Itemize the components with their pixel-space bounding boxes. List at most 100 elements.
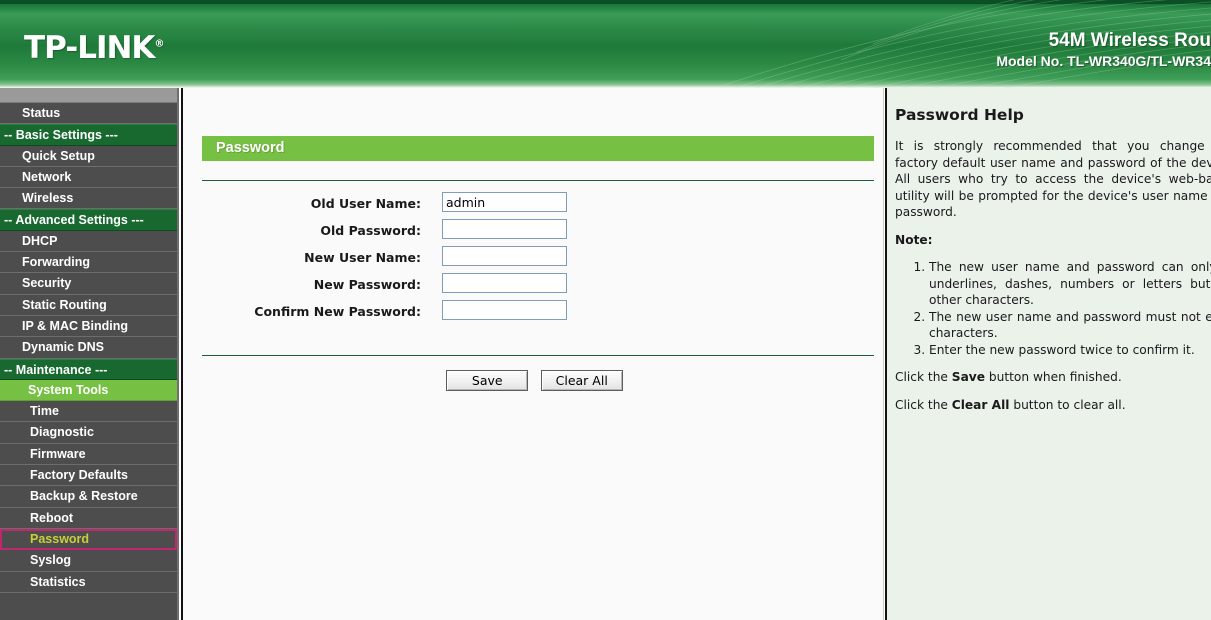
sidebar-item-dynamic-dns[interactable]: Dynamic DNS [0,337,177,359]
product-model: Model No. TL-WR340G/TL-WR34 [996,53,1211,69]
sidebar-item-label: Reboot [30,510,74,525]
sidebar-item-label: Wireless [22,191,74,206]
sidebar-item-syslog[interactable]: Syslog [0,550,177,572]
sidebar-item-dhcp[interactable]: DHCP [0,230,177,253]
sidebar-item-reboot[interactable]: Reboot [0,507,177,529]
old-user-name-input[interactable] [442,192,567,212]
main-content-panel: Password Old User Name: Old Password: New … [181,88,884,620]
logo-text: TP-LINK [24,30,155,66]
form-row: New Password: [183,273,883,297]
note-word: Note [895,232,928,247]
sidebar-item-label: IP & MAC Binding [22,318,129,333]
sidebar-item-label: Static Routing [22,297,107,312]
sidebar-item-network[interactable]: Network [0,166,177,189]
sidebar-item-wireless[interactable]: Wireless [0,188,177,210]
sidebar-item-label: Firmware [30,446,86,461]
sidebar-item-label: Backup & Restore [30,489,138,504]
sidebar-item-label: Factory Defaults [30,468,128,483]
field-label: Old Password: [320,223,421,238]
sidebar-item-label: -- Basic Settings --- [4,128,118,143]
clear-sentence-bold: Clear All [951,397,1010,412]
form-bottom-divider [202,355,874,356]
help-clear-sentence: Click the Clear All button to clear all. [895,397,1211,414]
sidebar-item-label: Status [22,106,61,120]
form-row: New User Name: [183,246,883,270]
sidebar-item-label: Diagnostic [30,425,94,440]
sidebar-item-basic-settings: -- Basic Settings --- [0,124,177,146]
form-row: Confirm New Password: [183,300,883,324]
sidebar-item-backup-restore[interactable]: Backup & Restore [0,486,177,508]
sidebar-item-label: Password [30,531,90,546]
help-save-sentence: Click the Save button when finished. [895,369,1211,386]
sidebar-item-label: Forwarding [22,255,91,270]
form-row: Old User Name: [183,192,883,216]
registered-mark-icon: ® [154,38,164,50]
help-panel: Password Help It is strongly recommended… [885,88,1211,620]
sidebar-navigation: Status -- Basic Settings --- Quick Setup Ne… [0,88,179,620]
banner-top-rule [0,0,1211,4]
sidebar-item-maintenance: -- Maintenance --- [0,358,177,380]
sidebar-item-label: Network [22,169,72,184]
page-title: Password [216,140,285,156]
field-label: New User Name: [304,250,421,265]
sidebar-item-statistics[interactable]: Statistics [0,571,177,593]
sidebar-item-status[interactable]: Status [0,103,177,125]
clear-sentence-pre: Click the [895,397,952,412]
sidebar-item-label: Time [30,404,59,419]
sidebar-item-diagnostic[interactable]: Diagnostic [0,422,177,444]
old-password-input[interactable] [442,219,567,239]
help-title: Password Help [895,106,1024,124]
sidebar-item-advanced-settings: -- Advanced Settings --- [0,209,177,231]
sidebar-item-label: Security [22,276,72,291]
sidebar-item-factory-defaults[interactable]: Factory Defaults [0,465,177,487]
new-user-name-input[interactable] [442,246,567,266]
sidebar-item-system-tools[interactable]: System Tools [0,379,177,402]
header-banner: TP-LINK® 54M Wireless Rou Model No. TL-W… [0,0,1211,88]
sidebar-item-label: Syslog [30,553,71,568]
help-note-item: The new user name and password must not … [929,309,1211,342]
sidebar-item-ip-mac-binding[interactable]: IP & MAC Binding [0,315,177,338]
sidebar-item-label: DHCP [22,233,58,248]
sidebar-item-security[interactable]: Security [0,273,177,295]
help-note-list: The new user name and password can only … [895,259,1211,358]
sidebar-item-label: Dynamic DNS [22,340,104,355]
sidebar-item-forwarding[interactable]: Forwarding [0,252,177,274]
save-sentence-bold: Save [951,370,986,384]
save-sentence-pre: Click the [895,370,952,384]
field-label: Confirm New Password: [254,304,421,319]
sidebar-item-quick-setup[interactable]: Quick Setup [0,145,177,167]
save-sentence-post: button when finished. [985,370,1122,384]
field-label: New Password: [313,277,421,292]
form-top-divider [202,180,874,181]
help-note-item: Enter the new password twice to confirm … [929,342,1211,359]
field-label: Old User Name: [310,196,421,211]
password-form: Old User Name: Old Password: New User Name… [183,192,883,327]
save-button[interactable]: Save [446,370,529,391]
page-title-bar: Password [202,136,874,161]
banner-title-block: 54M Wireless Rou Model No. TL-WR340G/TL-… [996,30,1211,71]
note-colon: : [927,232,933,247]
sidebar-item-label: System Tools [28,382,109,397]
help-note-label: Note: [895,232,1211,249]
form-actions: Save Clear All [183,370,883,391]
sidebar-top-strip [0,88,177,103]
nav-list: Status -- Basic Settings --- Quick Setup Ne… [0,103,177,593]
sidebar-item-label: Quick Setup [22,148,95,163]
sidebar-item-password[interactable]: Password [0,528,177,551]
router-admin-page: TP-LINK® 54M Wireless Rou Model No. TL-W… [0,0,1211,620]
product-title: 54M Wireless Rou [1048,30,1211,51]
sidebar-item-label: -- Advanced Settings --- [4,213,144,228]
confirm-new-password-input[interactable] [442,300,567,320]
help-intro: It is strongly recommended that you chan… [895,139,1211,219]
sidebar-item-time[interactable]: Time [0,401,177,423]
clear-all-button[interactable]: Clear All [540,370,623,391]
clear-sentence-post: button to clear all. [1009,397,1126,412]
sidebar-item-label: Statistics [30,574,86,589]
sidebar-item-static-routing[interactable]: Static Routing [0,294,177,316]
help-note-item: The new user name and password can only … [929,259,1211,309]
tp-link-logo: TP-LINK® [24,30,164,66]
sidebar-item-firmware[interactable]: Firmware [0,443,177,466]
sidebar-item-label: -- Maintenance --- [4,362,108,377]
form-row: Old Password: [183,219,883,243]
new-password-input[interactable] [442,273,567,293]
